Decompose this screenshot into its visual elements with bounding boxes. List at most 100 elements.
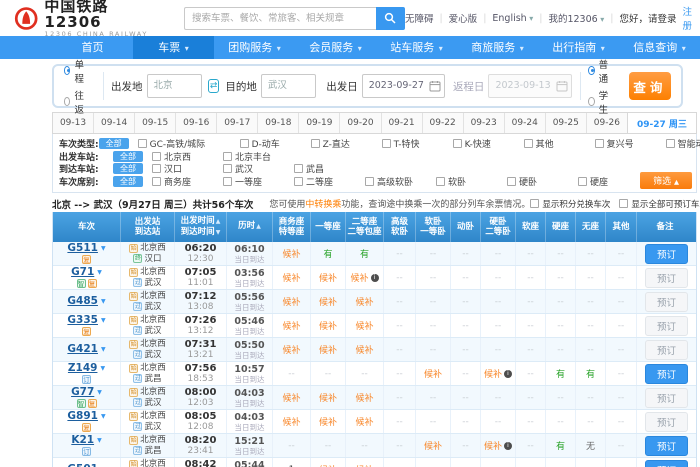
column-header[interactable]: 历时▲ — [227, 212, 273, 242]
filter-option[interactable]: Z-直达 — [311, 137, 374, 150]
train-number-link[interactable]: G485 — [67, 296, 98, 307]
waitlist-text[interactable]: 候补 — [350, 271, 368, 284]
filter-all-button[interactable]: 全部 — [99, 138, 129, 149]
column-header[interactable]: 二等座二等包座 — [346, 212, 384, 242]
waitlist-text[interactable]: 候补 — [319, 343, 337, 356]
register-link[interactable]: 注册 — [682, 4, 692, 32]
nav-item[interactable]: 会员服务 ▾ — [295, 36, 376, 59]
filter-option[interactable]: 其他 — [524, 137, 587, 150]
waitlist-info-icon[interactable]: i — [504, 370, 512, 378]
column-header[interactable]: 无座 — [576, 212, 606, 242]
filter-option[interactable]: 二等座 — [294, 175, 357, 188]
filter-option[interactable]: GC-高铁/城际 — [138, 137, 232, 150]
filter-all-button[interactable]: 全部 — [113, 163, 143, 174]
train-number-link[interactable]: K21 — [71, 435, 94, 446]
top-link[interactable]: 我的12306 ▾ — [548, 11, 604, 25]
filter-option[interactable]: 高级软卧 — [365, 175, 428, 188]
book-button[interactable]: 预订 — [645, 244, 688, 264]
sort-desc-icon[interactable]: ▼ — [216, 229, 221, 236]
date-tab[interactable]: 09-18 — [257, 113, 298, 133]
expand-caret-icon[interactable]: ▼ — [101, 243, 106, 254]
top-link[interactable]: 爱心版 — [449, 11, 478, 25]
nav-item[interactable]: 商旅服务 ▾ — [457, 36, 538, 59]
date-tab[interactable]: 09-22 — [422, 113, 463, 133]
filter-option[interactable]: 北京西 — [152, 150, 215, 163]
expand-caret-icon[interactable]: ▼ — [101, 296, 106, 307]
waitlist-text[interactable]: 候补 — [355, 319, 373, 332]
column-header[interactable]: 商务座特等座 — [273, 212, 311, 242]
date-tab[interactable]: 09-25 — [545, 113, 586, 133]
waitlist-text[interactable]: 候补 — [355, 295, 373, 308]
expand-caret-icon[interactable]: ▼ — [101, 315, 106, 326]
date-tab[interactable]: 09-20 — [339, 113, 380, 133]
filter-option[interactable]: 复兴号 — [595, 137, 658, 150]
transfer-link[interactable]: 中转换乘 — [305, 200, 341, 210]
swap-stations-icon[interactable]: ⇄ — [208, 79, 220, 93]
filter-option[interactable]: K-快速 — [453, 137, 516, 150]
show-points-trains-checkbox[interactable]: 显示积分兑换车次 — [530, 198, 610, 210]
date-tab[interactable]: 09-14 — [93, 113, 134, 133]
filter-option[interactable]: 北京丰台 — [223, 150, 286, 163]
filter-option[interactable]: 武昌 — [294, 162, 357, 175]
waitlist-text[interactable]: 候补 — [424, 439, 442, 452]
waitlist-info-icon[interactable]: i — [504, 442, 512, 450]
filter-option[interactable]: 武汉 — [223, 162, 286, 175]
filter-option[interactable]: T-特快 — [382, 137, 445, 150]
filter-option[interactable]: 硬座 — [578, 175, 641, 188]
waitlist-text[interactable]: 候补 — [355, 391, 373, 404]
waitlist-text[interactable]: 候补 — [319, 463, 337, 467]
waitlist-text[interactable]: 候补 — [355, 343, 373, 356]
filter-option[interactable]: 商务座 — [152, 175, 215, 188]
sort-asc-icon[interactable]: ▲ — [256, 223, 261, 230]
train-number-link[interactable]: G71 — [71, 267, 94, 278]
date-tab[interactable]: 09-13 — [53, 113, 93, 133]
depart-date-input[interactable]: 2023-09-27 — [362, 74, 445, 98]
waitlist-text[interactable]: 候补 — [282, 271, 300, 284]
filter-option[interactable]: 一等座 — [223, 175, 286, 188]
column-header[interactable]: 一等座 — [311, 212, 346, 242]
column-header[interactable]: 出发时间▲到达时间▼ — [175, 212, 227, 242]
waitlist-text[interactable]: 候补 — [355, 415, 373, 428]
waitlist-text[interactable]: 候补 — [282, 295, 300, 308]
expand-caret-icon[interactable]: ▼ — [100, 363, 105, 374]
expand-caret-icon[interactable]: ▼ — [101, 344, 106, 355]
book-button[interactable]: 预订 — [645, 436, 688, 456]
top-link[interactable]: English ▾ — [492, 13, 533, 24]
waitlist-text[interactable]: 候补 — [319, 391, 337, 404]
column-header[interactable]: 硬卧二等卧 — [481, 212, 516, 242]
date-tab[interactable]: 09-24 — [504, 113, 545, 133]
date-tab[interactable]: 09-26 — [586, 113, 627, 133]
waitlist-text[interactable]: 候补 — [282, 415, 300, 428]
waitlist-text[interactable]: 候补 — [424, 367, 442, 380]
waitlist-text[interactable]: 候补 — [319, 415, 337, 428]
train-number-link[interactable]: G511 — [67, 243, 98, 254]
nav-item[interactable]: 站车服务 ▾ — [376, 36, 457, 59]
date-tab-active[interactable]: 09-27 周三 — [627, 113, 696, 133]
column-header[interactable]: 车次 — [53, 212, 121, 242]
search-input[interactable] — [184, 7, 376, 30]
column-header[interactable]: 高级软卧 — [384, 212, 416, 242]
top-link[interactable]: 无障碍 — [405, 11, 434, 25]
filter-option[interactable]: D-动车 — [240, 137, 303, 150]
waitlist-text[interactable]: 候补 — [484, 439, 502, 452]
waitlist-text[interactable]: 候补 — [484, 367, 502, 380]
collapse-filter-button[interactable]: 筛选 ▲ — [640, 172, 692, 189]
date-tab[interactable]: 09-15 — [134, 113, 175, 133]
show-all-bookable-checkbox[interactable]: 显示全部可预订车次 — [619, 198, 700, 210]
date-tab[interactable]: 09-17 — [216, 113, 257, 133]
column-header[interactable]: 其他 — [606, 212, 637, 242]
passenger-student-option[interactable]: 学生 — [588, 88, 611, 116]
column-header[interactable]: 备注 — [637, 212, 693, 242]
expand-caret-icon[interactable]: ▼ — [97, 387, 102, 398]
filter-option[interactable]: 软卧 — [436, 175, 499, 188]
waitlist-text[interactable]: 候补 — [282, 247, 300, 260]
waitlist-text[interactable]: 候补 — [319, 271, 337, 284]
search-button[interactable] — [376, 7, 405, 30]
column-header[interactable]: 动卧 — [451, 212, 481, 242]
nav-item[interactable]: 团购服务 ▾ — [214, 36, 295, 59]
waitlist-text[interactable]: 候补 — [282, 391, 300, 404]
book-button[interactable]: 预订 — [645, 460, 688, 467]
waitlist-text[interactable]: 候补 — [319, 319, 337, 332]
train-number-link[interactable]: G891 — [67, 411, 98, 422]
date-tab[interactable]: 09-23 — [463, 113, 504, 133]
